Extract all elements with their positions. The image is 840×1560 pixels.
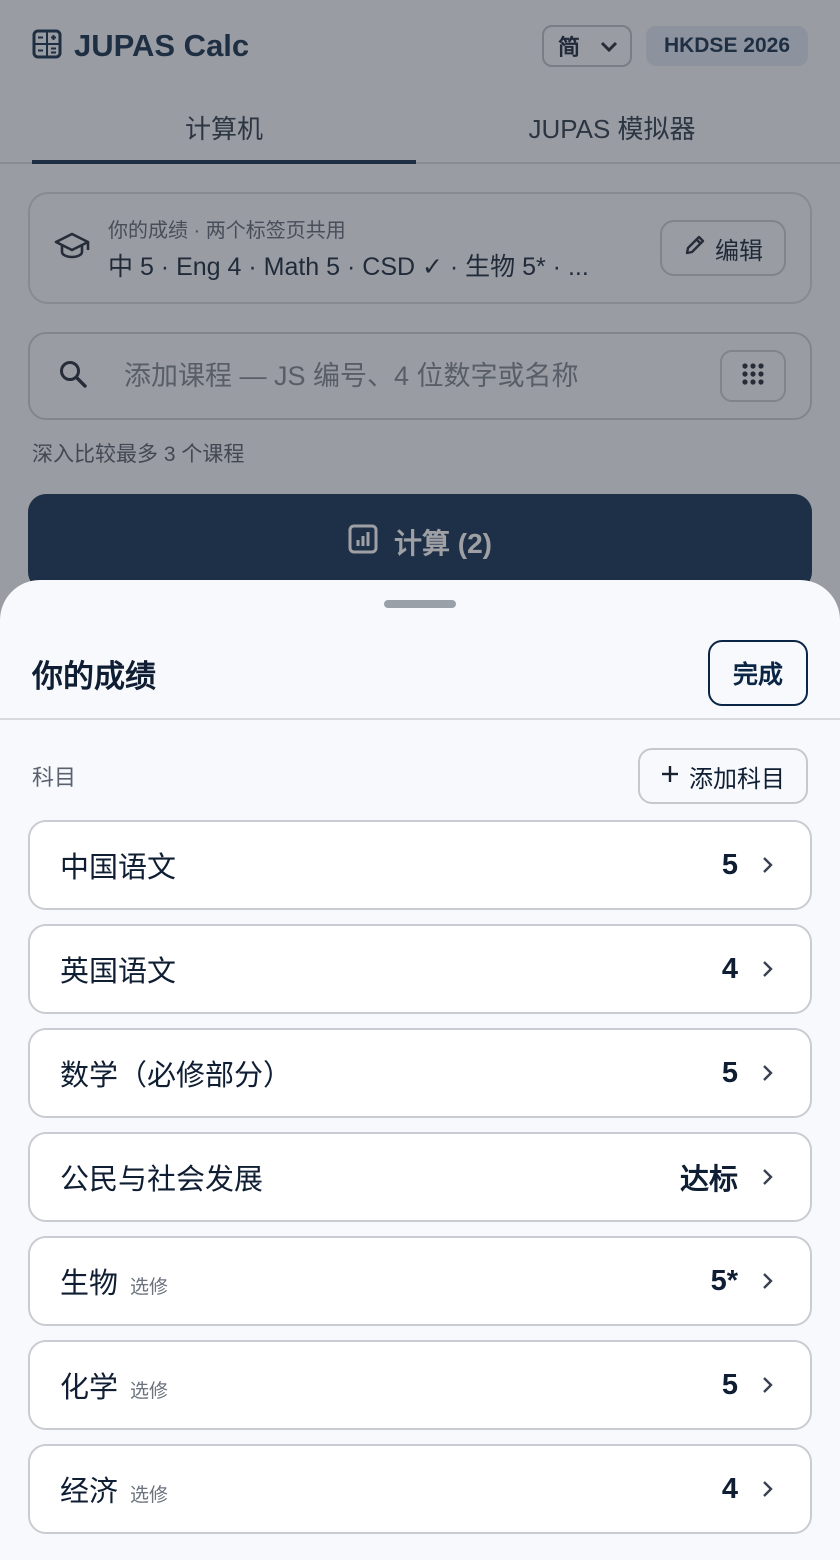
subject-list: 中国语文 5 英国语文 4 数学（必修部分） 5 公民与社会发展 达标 生物 选… — [28, 820, 812, 1548]
add-subject-label: 添加科目 — [689, 765, 785, 793]
chevron-right-icon — [762, 961, 776, 977]
subjects-section-header: 科目 添加科目 — [0, 748, 840, 804]
subject-row-economics[interactable]: 经济 选修 4 — [28, 1444, 812, 1534]
subject-grade: 5* — [710, 1264, 738, 1297]
subject-name: 中国语文 — [60, 852, 177, 884]
chevron-right-icon — [762, 1065, 776, 1081]
subject-grade: 达标 — [679, 1164, 738, 1196]
subject-name: 生物 — [60, 1268, 119, 1300]
elective-tag: 选修 — [130, 1484, 169, 1506]
subjects-section-label: 科目 — [32, 765, 77, 790]
subject-name: 数学（必修部分） — [60, 1060, 293, 1092]
grades-bottom-sheet: 你的成绩 完成 科目 添加科目 中国语文 5 英国语文 4 数学（必修部分） 5… — [0, 580, 840, 1560]
subject-row-chinese[interactable]: 中国语文 5 — [28, 820, 812, 910]
chevron-right-icon — [762, 1273, 776, 1289]
subject-row-chemistry[interactable]: 化学 选修 5 — [28, 1340, 812, 1430]
subject-name: 公民与社会发展 — [60, 1164, 264, 1196]
chevron-right-icon — [762, 1377, 776, 1393]
subject-name: 英国语文 — [60, 956, 177, 988]
subject-row-math[interactable]: 数学（必修部分） 5 — [28, 1028, 812, 1118]
done-button[interactable]: 完成 — [708, 640, 808, 706]
plus-icon — [661, 762, 679, 790]
sheet-header: 你的成绩 完成 — [0, 628, 840, 720]
subject-grade: 5 — [721, 848, 738, 881]
elective-tag: 选修 — [130, 1380, 169, 1402]
subject-name: 化学 — [60, 1372, 119, 1404]
subject-row-biology[interactable]: 生物 选修 5* — [28, 1236, 812, 1326]
chevron-right-icon — [762, 1169, 776, 1185]
subject-row-english[interactable]: 英国语文 4 — [28, 924, 812, 1014]
subject-grade: 4 — [721, 952, 738, 985]
chevron-right-icon — [762, 1481, 776, 1497]
sheet-title: 你的成绩 — [32, 658, 156, 694]
subject-grade: 4 — [721, 1472, 738, 1505]
subject-grade: 5 — [721, 1368, 738, 1401]
subject-grade: 5 — [721, 1056, 738, 1089]
sheet-drag-handle[interactable] — [384, 600, 456, 608]
elective-tag: 选修 — [130, 1276, 169, 1298]
chevron-right-icon — [762, 857, 776, 873]
add-subject-button[interactable]: 添加科目 — [638, 748, 808, 804]
subject-name: 经济 — [60, 1476, 119, 1508]
subject-row-csd[interactable]: 公民与社会发展 达标 — [28, 1132, 812, 1222]
